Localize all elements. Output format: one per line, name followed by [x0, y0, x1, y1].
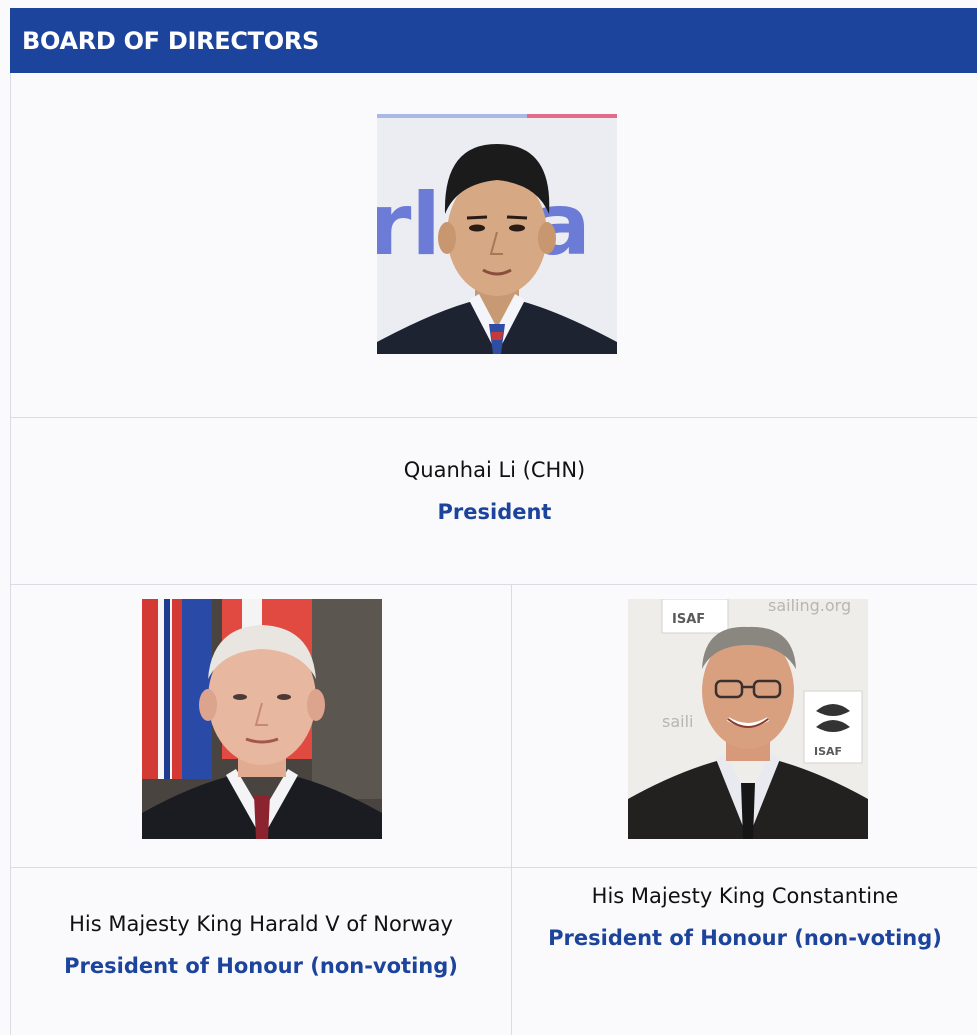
- member-name: His Majesty King Constantine: [591, 884, 899, 908]
- member-role: President: [437, 500, 552, 524]
- constantine-info-cell: His Majesty King Constantine President o…: [512, 868, 977, 1035]
- section-header: BOARD OF DIRECTORS: [10, 8, 977, 73]
- isaf-logo-text: ISAF: [814, 745, 842, 758]
- isaf-logo-text: ISAF: [672, 612, 705, 627]
- harald-info-cell: His Majesty King Harald V of Norway Pres…: [11, 868, 511, 1035]
- constantine-photo: ISAF sailing.org saili ISAF: [628, 599, 868, 839]
- member-role: President of Honour (non-voting): [64, 954, 458, 978]
- member-name: Quanhai Li (CHN): [403, 458, 586, 482]
- president-photo-cell: rl Sa: [11, 73, 977, 417]
- constantine-photo-cell: ISAF sailing.org saili ISAF: [512, 585, 977, 867]
- saili-text: saili: [662, 712, 693, 731]
- harald-photo: [142, 599, 382, 839]
- president-photo: rl Sa: [377, 114, 617, 354]
- board-table: rl Sa: [10, 73, 977, 1035]
- page: BOARD OF DIRECTORS rl Sa: [0, 0, 977, 1035]
- sailing-url-text: sailing.org: [768, 599, 851, 615]
- member-name: His Majesty King Harald V of Norway: [69, 912, 453, 936]
- member-role: President of Honour (non-voting): [548, 926, 942, 950]
- section-title: BOARD OF DIRECTORS: [22, 26, 320, 55]
- president-info-cell: Quanhai Li (CHN) President: [11, 418, 977, 584]
- harald-photo-cell: [11, 585, 511, 867]
